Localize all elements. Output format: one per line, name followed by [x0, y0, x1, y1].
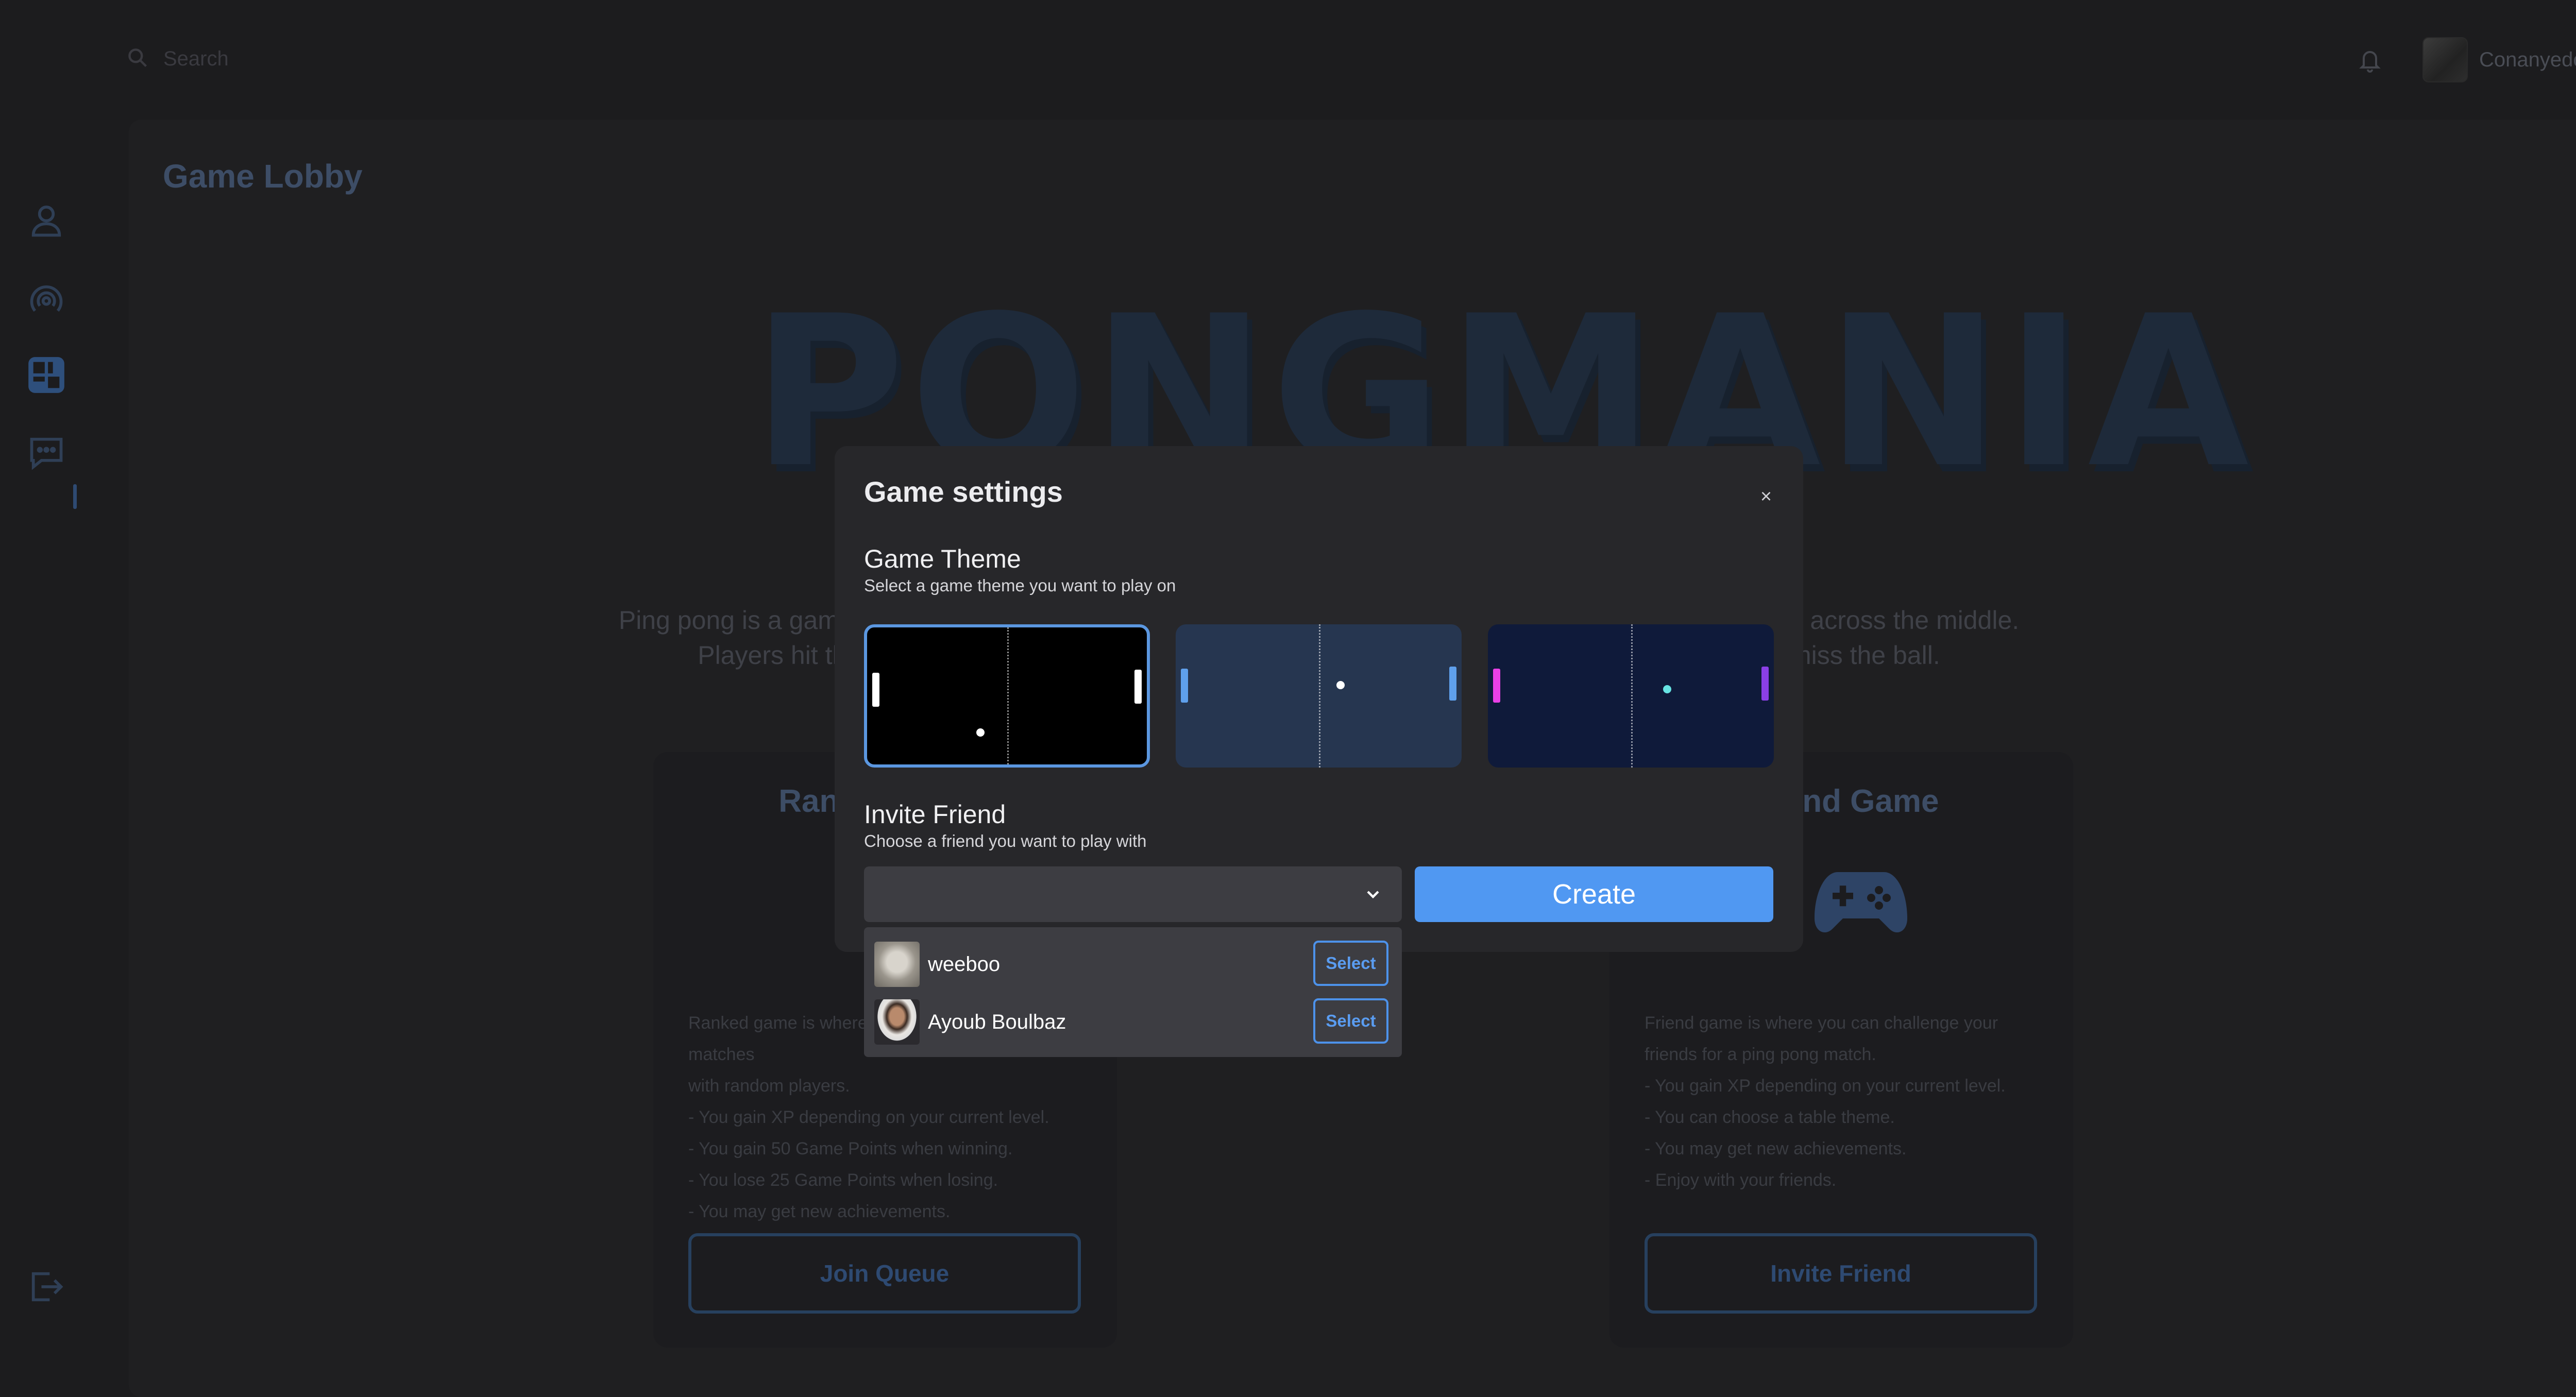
right-paddle [1134, 670, 1142, 704]
search-input[interactable] [162, 47, 473, 71]
game-theme-heading: Game Theme [864, 544, 1021, 573]
broadcast-icon[interactable] [27, 278, 66, 317]
sidebar [0, 124, 93, 1397]
friend-name: Ayoub Boulbaz [928, 1010, 1066, 1033]
invite-friend-subtitle: Choose a friend you want to play with [864, 831, 1147, 850]
ball [1336, 681, 1345, 689]
logout-icon[interactable] [27, 1267, 66, 1306]
search-icon [126, 46, 149, 72]
table-net [1318, 624, 1320, 768]
avatar [874, 999, 920, 1045]
join-queue-button[interactable]: Join Queue [688, 1233, 1081, 1314]
left-paddle [1181, 669, 1188, 703]
theme-option-classic[interactable] [864, 624, 1150, 768]
table-net [1631, 624, 1633, 768]
modal-title: Game settings [864, 475, 1063, 508]
create-button[interactable]: Create [1415, 866, 1773, 922]
friend-dropdown-list: weeboo Select Ayoub Boulbaz Select [864, 927, 1402, 1057]
invite-friend-heading: Invite Friend [864, 800, 1006, 829]
search-bar[interactable] [126, 46, 473, 72]
sidebar-active-indicator [73, 484, 77, 509]
avatar [874, 942, 920, 987]
theme-option-blue[interactable] [1176, 624, 1462, 768]
right-paddle [1449, 667, 1456, 701]
left-paddle [872, 673, 879, 707]
user-icon[interactable] [27, 201, 66, 240]
left-paddle [1493, 669, 1500, 703]
invite-friend-button[interactable]: Invite Friend [1645, 1233, 2037, 1314]
right-paddle [1761, 667, 1769, 701]
card-description: Friend game is where you can challenge y… [1645, 1013, 2006, 1190]
chevron-down-icon [1363, 884, 1383, 907]
user-name: Conanyedo [2479, 48, 2576, 71]
list-item[interactable]: Ayoub Boulbaz Select [874, 998, 1392, 1046]
gamepad-icon [1812, 864, 1910, 944]
ball [976, 728, 985, 737]
avatar [2422, 37, 2468, 82]
ball [1663, 685, 1671, 693]
user-menu[interactable]: Conanyedo [2422, 37, 2576, 82]
game-icon[interactable] [27, 355, 66, 395]
close-icon[interactable]: × [1752, 482, 1781, 511]
friend-select-dropdown[interactable] [864, 866, 1402, 922]
theme-option-neon[interactable] [1488, 624, 1774, 768]
game-settings-modal: Game settings × Game Theme Select a game… [835, 446, 1803, 952]
game-theme-subtitle: Select a game theme you want to play on [864, 576, 1176, 595]
select-friend-button[interactable]: Select [1313, 998, 1388, 1044]
list-item[interactable]: weeboo Select [874, 941, 1392, 988]
top-bar: Conanyedo [0, 0, 2576, 124]
page-title: Game Lobby [163, 158, 363, 195]
chat-icon[interactable] [27, 433, 66, 472]
select-friend-button[interactable]: Select [1313, 941, 1388, 986]
notification-bell-icon[interactable] [2358, 46, 2382, 77]
table-net [1007, 627, 1009, 764]
friend-name: weeboo [928, 952, 1001, 976]
